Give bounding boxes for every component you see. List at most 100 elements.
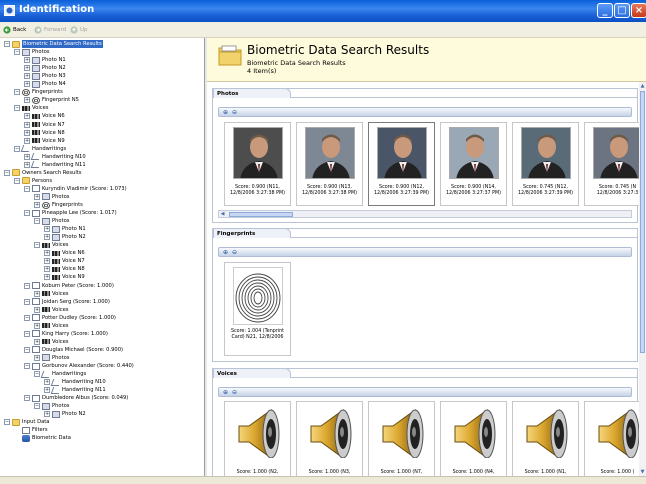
collapse-icon[interactable]: −	[24, 314, 30, 321]
tree-node[interactable]: + Handwriting N10	[44, 378, 106, 386]
expand-icon[interactable]: +	[24, 161, 30, 168]
photo-thumbnail[interactable]: Score: 0.745 (N 12/8/2006 3:27:3	[584, 122, 646, 206]
tree-node[interactable]: + Voice N6	[44, 249, 85, 257]
collapse-icon[interactable]: −	[24, 298, 30, 305]
tree-node[interactable]: + Voice N7	[44, 257, 85, 265]
collapse-icon[interactable]: −	[4, 41, 10, 47]
voice-thumbnail[interactable]: Score: 1.000 (N2,	[224, 401, 291, 476]
expand-icon[interactable]: +	[24, 73, 30, 80]
tree-node[interactable]: + Fingerprint N5	[24, 96, 79, 104]
tree-node[interactable]: + Photo N2	[44, 233, 86, 241]
tree-node[interactable]: + Voice N9	[24, 137, 65, 145]
collapse-icon[interactable]: −	[14, 105, 20, 112]
voice-thumbnail[interactable]: Score: 1.000 (N1,	[512, 401, 579, 476]
zoom-out-icon[interactable]: ⊖	[231, 109, 238, 116]
photo-thumbnail[interactable]: Score: 0.900 (N13, 12/8/2006 3:27:38 PM)	[296, 122, 363, 206]
tree-node[interactable]: − Joidan Serg (Score: 1.000)	[24, 298, 110, 306]
tree-node[interactable]: − Voices	[14, 104, 49, 112]
tree-node[interactable]: + Voices	[34, 290, 69, 298]
collapse-icon[interactable]: −	[4, 419, 10, 426]
voice-thumbnail[interactable]: Score: 1.000 (N4,	[440, 401, 507, 476]
scroll-up-icon[interactable]: ▲	[639, 82, 646, 90]
tree-node[interactable]: + Fingerprints	[34, 201, 83, 209]
collapse-icon[interactable]: −	[34, 218, 40, 225]
expand-icon[interactable]: +	[44, 258, 50, 265]
photo-thumbnail[interactable]: Score: 0.900 (N12, 12/8/2006 3:27:39 PM)	[368, 122, 435, 206]
tree-node[interactable]: − Handwritings	[34, 370, 86, 378]
collapse-icon[interactable]: −	[24, 185, 30, 192]
tree-node[interactable]: + Photos	[34, 193, 70, 201]
expand-icon[interactable]	[14, 427, 20, 433]
minimize-button[interactable]: _	[597, 3, 613, 18]
zoom-in-icon[interactable]: ⊕	[222, 109, 229, 116]
back-button[interactable]: Back	[3, 25, 26, 35]
tree-node[interactable]: + Voices	[34, 306, 69, 314]
scroll-left-icon[interactable]: ◀	[219, 211, 226, 217]
collapse-icon[interactable]: −	[24, 282, 30, 289]
collapse-icon[interactable]: −	[24, 330, 30, 337]
tree-node[interactable]: − Input Data	[4, 418, 49, 426]
expand-icon[interactable]: +	[34, 202, 40, 208]
tree-node[interactable]: + Voice N6	[24, 112, 65, 120]
expand-icon[interactable]: +	[44, 226, 50, 233]
collapse-icon[interactable]: −	[24, 363, 30, 369]
expand-icon[interactable]: +	[34, 306, 40, 313]
zoom-in-icon[interactable]: ⊕	[222, 389, 229, 396]
collapse-icon[interactable]: −	[24, 210, 30, 217]
tree-node[interactable]: Biometric Data	[14, 434, 71, 442]
main-vertical-scrollbar[interactable]: ▲ ▼	[639, 82, 646, 476]
fingerprint-thumbnail[interactable]: Score: 1.004 (Tenprint Card) N21, 12/8/2…	[224, 262, 291, 356]
tree-node[interactable]: − Douglas Michael (Score: 0.900)	[24, 346, 123, 354]
collapse-icon[interactable]: −	[14, 145, 20, 152]
tree-node[interactable]: + Voice N8	[24, 129, 65, 137]
tree-node[interactable]: − Biometric Data Search Results	[4, 40, 103, 48]
expand-icon[interactable]: +	[34, 338, 40, 345]
tree-node[interactable]: + Handwriting N10	[24, 153, 86, 161]
tree-node[interactable]: + Photo N3	[24, 72, 66, 80]
expand-icon[interactable]: +	[24, 113, 30, 120]
collapse-icon[interactable]: −	[14, 89, 20, 96]
tree-node[interactable]: − Voices	[34, 241, 69, 249]
zoom-out-icon[interactable]: ⊖	[231, 249, 238, 256]
tree-node[interactable]: − Persons	[14, 177, 52, 185]
close-button[interactable]: ×	[631, 3, 646, 18]
tree-node[interactable]: − Gorbunov Alexander (Score: 0.440)	[24, 362, 134, 370]
tree-node[interactable]: + Voices	[34, 338, 69, 346]
expand-icon[interactable]: +	[44, 250, 50, 257]
zoom-out-icon[interactable]: ⊖	[231, 389, 238, 396]
tree-node[interactable]: − Kuryndin Vladimir (Score: 1.073)	[24, 185, 127, 193]
expand-icon[interactable]	[14, 435, 20, 441]
tree-node[interactable]: + Photo N1	[24, 56, 66, 64]
collapse-icon[interactable]: −	[34, 371, 40, 378]
collapse-icon[interactable]: −	[34, 242, 40, 249]
tree-node[interactable]: − King Harry (Score: 1.000)	[24, 330, 108, 338]
tree-node[interactable]: + Voice N7	[24, 121, 65, 129]
expand-icon[interactable]: +	[44, 411, 50, 418]
scroll-thumb[interactable]	[229, 212, 293, 217]
expand-icon[interactable]: +	[24, 65, 30, 72]
tree-node[interactable]: − Potter Dudley (Score: 1.000)	[24, 314, 116, 322]
tree-node[interactable]: + Voice N8	[44, 265, 85, 273]
tree-node[interactable]: + Photo N2	[44, 410, 86, 418]
expand-icon[interactable]: +	[34, 193, 40, 200]
scroll-thumb[interactable]	[640, 91, 645, 353]
up-button[interactable]: Up	[70, 25, 88, 35]
expand-icon[interactable]: +	[44, 266, 50, 273]
zoom-in-icon[interactable]: ⊕	[222, 249, 229, 256]
collapse-icon[interactable]: −	[24, 395, 30, 402]
tree-node[interactable]: + Photo N1	[44, 225, 86, 233]
expand-icon[interactable]: +	[24, 97, 30, 104]
expand-icon[interactable]: +	[44, 387, 50, 394]
tree-node[interactable]: Filters	[14, 426, 48, 434]
forward-button[interactable]: Forward	[34, 25, 66, 35]
voice-thumbnail[interactable]: Score: 1.000 (N3,	[296, 401, 363, 476]
collapse-icon[interactable]: −	[4, 169, 10, 176]
scroll-down-icon[interactable]: ▼	[639, 468, 646, 476]
tree-node[interactable]: + Voice N9	[44, 273, 85, 281]
photo-thumbnail[interactable]: Score: 0.900 (N11, 12/8/2006 3:27:38 PM)	[224, 122, 291, 206]
expand-icon[interactable]: +	[34, 290, 40, 297]
tree-node[interactable]: − Pineapple Lee (Score: 1.017)	[24, 209, 117, 217]
tree-node[interactable]: − Handwritings	[14, 145, 66, 153]
voice-thumbnail[interactable]: Score: 1.000 (	[584, 401, 646, 476]
expand-icon[interactable]: +	[44, 274, 50, 281]
